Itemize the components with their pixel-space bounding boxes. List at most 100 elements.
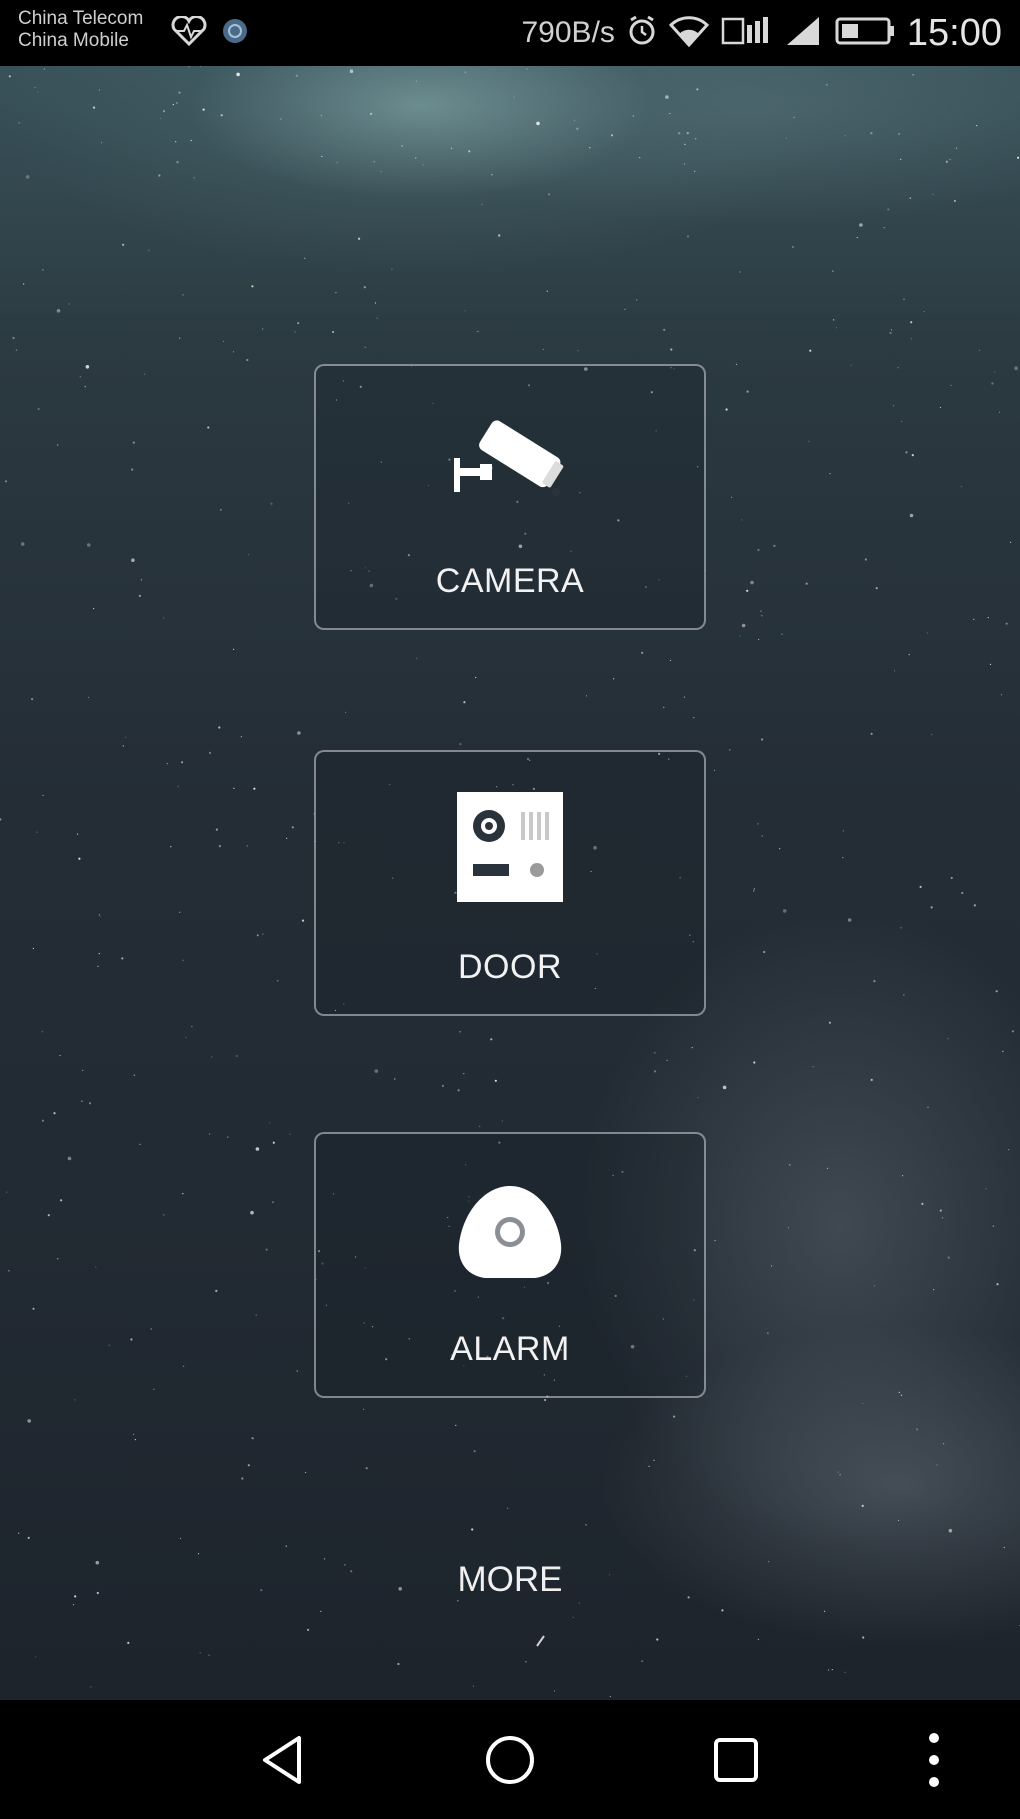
star (285, 1545, 287, 1547)
star (37, 407, 40, 411)
star (53, 1112, 56, 1115)
more-button[interactable]: MORE (0, 1560, 1020, 1600)
star (573, 119, 576, 121)
star (1003, 1546, 1005, 1549)
star (757, 1638, 760, 1640)
alarm-tile-button[interactable]: ALARM (314, 1132, 706, 1398)
back-icon[interactable] (255, 1730, 315, 1790)
home-icon[interactable] (480, 1730, 540, 1790)
star (27, 1419, 32, 1423)
star (945, 160, 949, 163)
star (987, 617, 989, 619)
alarm-label: ALARM (450, 1330, 570, 1368)
star (927, 1106, 929, 1108)
net-speed-label: 790B/s (521, 16, 615, 49)
star (277, 980, 279, 982)
star (828, 1669, 830, 1671)
star (741, 519, 743, 521)
star (883, 227, 885, 229)
star (665, 95, 669, 99)
star (211, 1056, 213, 1058)
star (761, 615, 763, 617)
star (842, 857, 844, 859)
star (809, 349, 812, 352)
star (269, 1122, 271, 1124)
starfield-background: CAMERA DOOR ALARM MORE (0, 66, 1020, 1700)
star (93, 608, 95, 610)
star (255, 1314, 257, 1316)
star (134, 1439, 136, 1441)
door-tile-button[interactable]: DOOR (314, 750, 706, 1016)
star (236, 1055, 238, 1057)
star (641, 1660, 643, 1662)
star (108, 1344, 110, 1346)
star (746, 589, 749, 592)
star (163, 617, 165, 619)
star (148, 249, 150, 251)
star (294, 331, 296, 333)
star (41, 1031, 44, 1033)
star (919, 885, 922, 889)
star (99, 915, 101, 917)
more-vert-icon[interactable] (904, 1730, 964, 1790)
star (856, 236, 858, 239)
star (779, 848, 781, 850)
star (74, 1399, 76, 1401)
star (162, 110, 166, 113)
star (901, 420, 903, 422)
star (789, 1164, 791, 1166)
star (947, 1038, 949, 1040)
star (56, 309, 61, 313)
star (68, 303, 70, 305)
star (713, 769, 716, 772)
recents-icon[interactable] (706, 1730, 766, 1790)
star (757, 548, 760, 552)
star (132, 441, 135, 444)
star (87, 696, 89, 699)
star (459, 743, 462, 746)
star (363, 1408, 365, 1410)
star (158, 174, 161, 177)
star (215, 828, 218, 831)
star (42, 269, 44, 271)
star (345, 711, 347, 714)
star (170, 846, 172, 848)
star (782, 909, 787, 913)
star (507, 1507, 509, 1509)
star (183, 1365, 185, 1367)
star (943, 1443, 945, 1445)
camera-tile-button[interactable]: CAMERA (314, 364, 706, 630)
star (933, 1289, 935, 1291)
star (251, 1437, 254, 1440)
star (669, 112, 671, 115)
star (207, 426, 210, 429)
star (131, 468, 134, 471)
star (320, 114, 322, 117)
star (577, 350, 579, 352)
star (182, 294, 184, 296)
star (133, 1433, 135, 1435)
star (250, 1210, 254, 1215)
star (163, 1214, 165, 1216)
star (949, 158, 951, 161)
star (365, 1467, 368, 1470)
star (397, 1662, 400, 1666)
star (464, 310, 466, 312)
star (188, 66, 190, 68)
star (548, 193, 551, 196)
star (870, 1078, 873, 1081)
carrier-1-label: China Telecom (18, 8, 144, 29)
star (81, 1100, 83, 1102)
star (349, 69, 354, 73)
star (693, 717, 695, 719)
star (391, 268, 393, 270)
star (138, 594, 141, 598)
star (781, 633, 783, 635)
star (609, 1695, 611, 1698)
star (739, 271, 741, 273)
signal-icon (783, 15, 823, 52)
star (394, 1078, 396, 1080)
star (199, 1652, 201, 1654)
star (130, 1338, 133, 1341)
star (450, 147, 453, 149)
